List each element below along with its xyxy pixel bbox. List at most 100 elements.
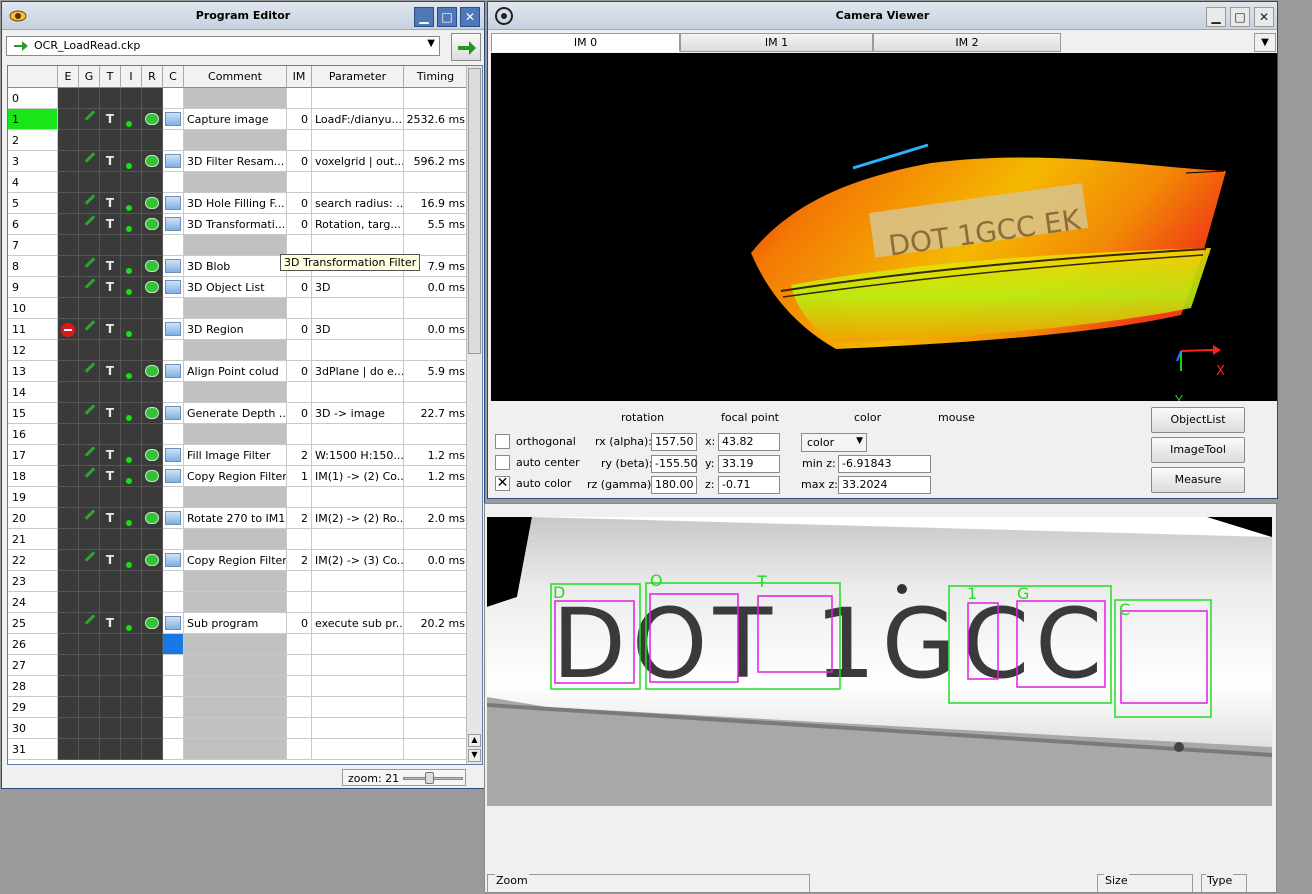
- t-icon[interactable]: T: [100, 403, 120, 423]
- row-number[interactable]: 23: [8, 571, 58, 592]
- max-z-field[interactable]: 33.2024: [838, 476, 931, 494]
- table-row[interactable]: 16: [8, 424, 468, 445]
- maximize-button[interactable]: □: [1230, 7, 1250, 27]
- column-header-c[interactable]: C: [163, 66, 184, 88]
- tab-list-button[interactable]: ▼: [1254, 33, 1276, 52]
- table-row[interactable]: 22 T Copy Region Filter 2 IM(2) -> (3) Co...…: [8, 550, 468, 571]
- table-row[interactable]: 26: [8, 634, 468, 655]
- pencil-icon[interactable]: [84, 551, 96, 562]
- row-number[interactable]: 27: [8, 655, 58, 676]
- t-icon[interactable]: T: [100, 214, 120, 234]
- measure-button[interactable]: Measure: [1151, 467, 1245, 493]
- row-number[interactable]: 28: [8, 676, 58, 697]
- orthogonal-checkbox[interactable]: [495, 434, 510, 449]
- fp-z-field[interactable]: -0.71: [718, 476, 780, 494]
- ry-field[interactable]: -155.50: [651, 455, 697, 473]
- t-icon[interactable]: T: [100, 613, 120, 633]
- row-number[interactable]: 16: [8, 424, 58, 445]
- pencil-icon[interactable]: [84, 194, 96, 205]
- table-row[interactable]: 10: [8, 298, 468, 319]
- row-number[interactable]: 29: [8, 697, 58, 718]
- row-number[interactable]: 15: [8, 403, 58, 424]
- row-number[interactable]: 31: [8, 739, 58, 760]
- pencil-icon[interactable]: [84, 404, 96, 415]
- row-number[interactable]: 20: [8, 508, 58, 529]
- t-icon[interactable]: T: [100, 151, 120, 171]
- table-row[interactable]: 5 T 3D Hole Filling F... 0 search radius: ..…: [8, 193, 468, 214]
- row-number[interactable]: 26: [8, 634, 58, 655]
- scroll-down-button[interactable]: ▼: [468, 749, 481, 762]
- ocr-image[interactable]: DOT 1GCC D O T 1 G C: [487, 517, 1272, 806]
- column-header-timing[interactable]: Timing: [404, 66, 468, 88]
- close-button[interactable]: ✕: [460, 7, 480, 27]
- column-header-parameter[interactable]: Parameter: [312, 66, 404, 88]
- table-row[interactable]: 24: [8, 592, 468, 613]
- row-number[interactable]: 3: [8, 151, 58, 172]
- t-icon[interactable]: T: [100, 109, 120, 129]
- row-number[interactable]: 18: [8, 466, 58, 487]
- table-row[interactable]: 19: [8, 487, 468, 508]
- t-icon[interactable]: T: [100, 550, 120, 570]
- column-header-e[interactable]: E: [58, 66, 79, 88]
- table-row[interactable]: 11 T 3D Region 0 3D 0.0 ms: [8, 319, 468, 340]
- t-icon[interactable]: T: [100, 193, 120, 213]
- rz-field[interactable]: 180.00: [651, 476, 697, 494]
- t-icon[interactable]: T: [100, 445, 120, 465]
- table-row[interactable]: 4: [8, 172, 468, 193]
- table-row[interactable]: 23: [8, 571, 468, 592]
- row-number[interactable]: 21: [8, 529, 58, 550]
- table-row[interactable]: 12: [8, 340, 468, 361]
- pencil-icon[interactable]: [84, 509, 96, 520]
- imagetool-button[interactable]: ImageTool: [1151, 437, 1245, 463]
- column-header-g[interactable]: G: [79, 66, 100, 88]
- scroll-up-button[interactable]: ▲: [468, 734, 481, 747]
- close-button[interactable]: ✕: [1254, 7, 1274, 27]
- row-number[interactable]: 10: [8, 298, 58, 319]
- 3d-view[interactable]: DOT 1GCC EK X Y: [491, 53, 1277, 401]
- column-header-im[interactable]: IM: [287, 66, 312, 88]
- header-corner[interactable]: [8, 66, 58, 88]
- table-row[interactable]: 13 T Align Point colud 0 3dPlane | do e... 5.…: [8, 361, 468, 382]
- color-select[interactable]: color ▼: [801, 433, 867, 452]
- row-number[interactable]: 13: [8, 361, 58, 382]
- pencil-icon[interactable]: [84, 215, 96, 226]
- auto-color-checkbox[interactable]: ✕: [495, 476, 510, 491]
- table-row[interactable]: 18 T Copy Region Filter 1 IM(1) -> (2) Co...…: [8, 466, 468, 487]
- pencil-icon[interactable]: [84, 152, 96, 163]
- column-header-comment[interactable]: Comment: [184, 66, 287, 88]
- min-z-field[interactable]: -6.91843: [838, 455, 931, 473]
- pencil-icon[interactable]: [84, 362, 96, 373]
- row-number[interactable]: 17: [8, 445, 58, 466]
- t-icon[interactable]: T: [100, 361, 120, 381]
- table-row[interactable]: 2: [8, 130, 468, 151]
- column-header-i[interactable]: I: [121, 66, 142, 88]
- table-row[interactable]: 7: [8, 235, 468, 256]
- maximize-button[interactable]: □: [437, 7, 457, 27]
- table-row[interactable]: 27: [8, 655, 468, 676]
- fp-x-field[interactable]: 43.82: [718, 433, 780, 451]
- row-number[interactable]: 22: [8, 550, 58, 571]
- row-number[interactable]: 24: [8, 592, 58, 613]
- table-row[interactable]: 28: [8, 676, 468, 697]
- fp-y-field[interactable]: 33.19: [718, 455, 780, 473]
- table-row[interactable]: 1 T Capture image 0 LoadF:/dianyu... 2532.6 m…: [8, 109, 468, 130]
- table-row[interactable]: 30: [8, 718, 468, 739]
- table-row[interactable]: 14: [8, 382, 468, 403]
- pencil-icon[interactable]: [84, 320, 96, 331]
- table-row[interactable]: 17 T Fill Image Filter 2 W:1500 H:150... 1.2 …: [8, 445, 468, 466]
- pencil-icon[interactable]: [84, 278, 96, 289]
- column-header-t[interactable]: T: [100, 66, 121, 88]
- pencil-icon[interactable]: [84, 257, 96, 268]
- row-number[interactable]: 4: [8, 172, 58, 193]
- table-row[interactable]: 3 T 3D Filter Resam... 0 voxelgrid | out... 5…: [8, 151, 468, 172]
- row-number[interactable]: 9: [8, 277, 58, 298]
- t-icon[interactable]: T: [100, 319, 120, 339]
- t-icon[interactable]: T: [100, 508, 120, 528]
- column-header-r[interactable]: R: [142, 66, 163, 88]
- table-row[interactable]: 21: [8, 529, 468, 550]
- table-row[interactable]: 9 T 3D Object List 0 3D 0.0 ms: [8, 277, 468, 298]
- zoom-slider-handle[interactable]: [425, 772, 434, 784]
- program-table-scrollbar[interactable]: ▲ ▼: [466, 66, 482, 764]
- row-number[interactable]: 7: [8, 235, 58, 256]
- table-row[interactable]: 0: [8, 88, 468, 109]
